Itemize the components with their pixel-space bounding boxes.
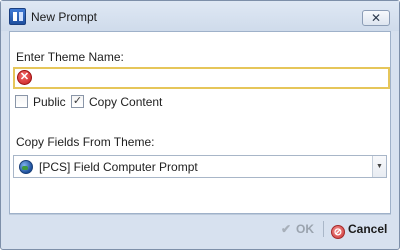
chevron-down-icon[interactable]: ▼ — [372, 156, 386, 177]
ok-button-label: OK — [296, 222, 314, 236]
copy-fields-selected-value: [PCS] Field Computer Prompt — [39, 160, 198, 174]
public-checkbox[interactable] — [15, 95, 28, 108]
globe-icon — [19, 160, 33, 174]
checkmark-icon: ✔ — [280, 222, 292, 236]
copy-content-checkbox[interactable]: ✓ — [71, 95, 84, 108]
copy-fields-label: Copy Fields From Theme: — [16, 135, 155, 149]
cancel-button[interactable]: ⊘ Cancel — [331, 219, 387, 239]
error-icon: ✕ — [17, 70, 32, 85]
cancel-button-label: Cancel — [348, 222, 388, 236]
dialog-content: Enter Theme Name: ✕ Public ✓ Copy Conten… — [9, 31, 391, 214]
window-title: New Prompt — [31, 10, 98, 24]
cancel-icon: ⊘ — [331, 225, 345, 239]
theme-name-label: Enter Theme Name: — [16, 50, 124, 64]
title-bar[interactable]: New Prompt ✕ — [1, 1, 399, 31]
footer-divider — [9, 214, 391, 215]
new-prompt-dialog: New Prompt ✕ Enter Theme Name: ✕ Public … — [0, 0, 400, 250]
public-checkbox-label[interactable]: Public — [33, 95, 66, 109]
theme-name-input[interactable]: ✕ — [13, 67, 390, 89]
ok-button[interactable]: ✔ OK — [279, 219, 314, 239]
button-divider — [323, 221, 324, 237]
close-button[interactable]: ✕ — [362, 10, 390, 26]
copy-fields-dropdown[interactable]: [PCS] Field Computer Prompt ▼ — [13, 155, 387, 178]
copy-content-checkbox-label[interactable]: Copy Content — [89, 95, 162, 109]
app-icon — [9, 8, 26, 25]
